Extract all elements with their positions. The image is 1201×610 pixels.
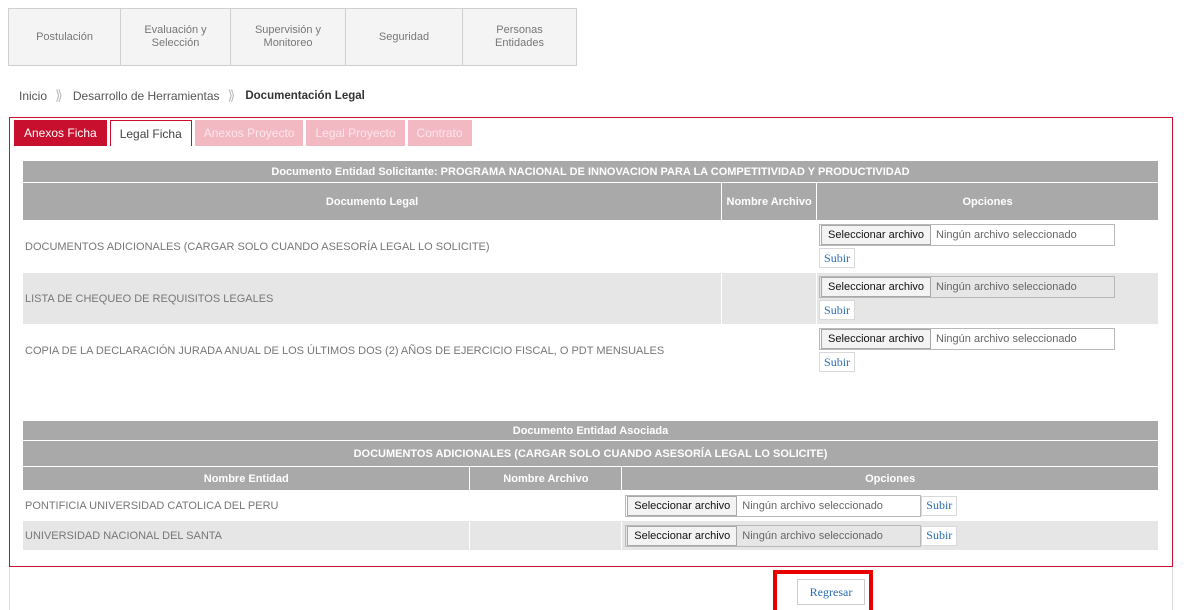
nav-personas-entidades[interactable]: Personas Entidades	[463, 9, 576, 65]
table-row: COPIA DE LA DECLARACIÓN JURADA ANUAL DE …	[21, 324, 1159, 377]
file-status: Ningún archivo seleccionado	[936, 281, 1077, 293]
column-header: Nombre Archivo	[721, 182, 818, 221]
upload-button[interactable]: Subir	[921, 525, 958, 546]
content-panel: Anexos Ficha Legal Ficha Anexos Proyecto…	[9, 117, 1173, 567]
back-button[interactable]: Regresar	[797, 579, 865, 605]
select-file-button[interactable]: Seleccionar archivo	[821, 225, 932, 245]
upload-button[interactable]: Subir	[819, 352, 856, 372]
tab-label: Contrato	[416, 126, 463, 140]
chevron-right-icon: ⟫	[227, 87, 236, 103]
tab-bar: Anexos Ficha Legal Ficha Anexos Proyecto…	[14, 120, 472, 146]
file-status: Ningún archivo seleccionado	[936, 333, 1077, 345]
options-cell: Seleccionar archivo Ningún archivo selec…	[816, 272, 1159, 325]
table-row: UNIVERSIDAD NACIONAL DEL SANTA Seleccion…	[21, 520, 1159, 551]
options-cell: Seleccionar archivo Ningún archivo selec…	[621, 490, 1159, 521]
tab-label: Legal Ficha	[119, 126, 182, 141]
nav-evaluacion[interactable]: Evaluación y Selección	[121, 9, 231, 65]
nav-postulacion[interactable]: Postulación	[9, 9, 121, 65]
file-name-cell	[721, 220, 818, 273]
tab-label: Anexos Proyecto	[203, 126, 295, 140]
file-status: Ningún archivo seleccionado	[742, 529, 883, 542]
nav-label: Personas Entidades	[495, 24, 544, 49]
tab-legal-proyecto[interactable]: Legal Proyecto	[306, 120, 405, 146]
file-input[interactable]: Seleccionar archivo Ningún archivo selec…	[625, 494, 922, 517]
file-name-cell	[721, 272, 818, 325]
upload-button[interactable]: Subir	[819, 300, 856, 320]
column-header: Nombre Entidad	[21, 466, 471, 491]
breadcrumb-current: Documentación Legal	[245, 89, 365, 102]
nav-label: Seguridad	[378, 30, 430, 43]
tab-anexos-proyecto[interactable]: Anexos Proyecto	[194, 120, 304, 146]
associated-entities-table: Documento Entidad Asociada DOCUMENTOS AD…	[21, 420, 1159, 551]
table-subtitle: DOCUMENTOS ADICIONALES (CARGAR SOLO CUAN…	[22, 440, 1159, 467]
options-cell: Seleccionar archivo Ningún archivo selec…	[816, 324, 1159, 377]
tab-label: Legal Proyecto	[315, 126, 396, 140]
upload-button[interactable]: Subir	[921, 495, 958, 516]
document-name: LISTA DE CHEQUEO DE REQUISITOS LEGALES	[21, 272, 723, 325]
nav-label: Supervisión y Monitoreo	[254, 24, 322, 49]
table-row: DOCUMENTOS ADICIONALES (CARGAR SOLO CUAN…	[21, 220, 1159, 273]
file-name-cell	[721, 324, 818, 377]
select-file-button[interactable]: Seleccionar archivo	[821, 277, 932, 297]
table-title: Documento Entidad Asociada	[22, 420, 1159, 441]
file-input[interactable]: Seleccionar archivo Ningún archivo selec…	[819, 224, 1116, 246]
select-file-button[interactable]: Seleccionar archivo	[627, 495, 738, 516]
tab-legal-ficha[interactable]: Legal Ficha	[109, 120, 192, 146]
select-file-button[interactable]: Seleccionar archivo	[627, 525, 738, 546]
file-status: Ningún archivo seleccionado	[742, 499, 883, 512]
options-cell: Seleccionar archivo Ningún archivo selec…	[816, 220, 1159, 273]
chevron-right-icon: ⟫	[55, 87, 63, 103]
table-row: PONTIFICIA UNIVERSIDAD CATOLICA DEL PERU…	[21, 490, 1159, 521]
column-header: Nombre Archivo	[469, 466, 623, 491]
upload-button[interactable]: Subir	[819, 248, 856, 268]
file-input[interactable]: Seleccionar archivo Ningún archivo selec…	[819, 328, 1116, 350]
breadcrumb-home[interactable]: Inicio	[19, 89, 47, 103]
entity-name: PONTIFICIA UNIVERSIDAD CATOLICA DEL PERU	[21, 490, 471, 521]
nav-seguridad[interactable]: Seguridad	[346, 9, 463, 65]
table-row: LISTA DE CHEQUEO DE REQUISITOS LEGALES S…	[21, 272, 1159, 325]
select-file-button[interactable]: Seleccionar archivo	[821, 329, 932, 349]
tab-contrato[interactable]: Contrato	[407, 120, 472, 146]
nav-supervision[interactable]: Supervisión y Monitoreo	[231, 9, 346, 65]
nav-label: Postulación	[36, 30, 93, 43]
breadcrumb: Inicio ⟫ Desarrollo de Herramientas ⟫ Do…	[19, 87, 365, 104]
column-header: Documento Legal	[21, 182, 723, 221]
file-input[interactable]: Seleccionar archivo Ningún archivo selec…	[625, 524, 922, 547]
top-nav: Postulación Evaluación y Selección Super…	[8, 8, 577, 66]
options-cell: Seleccionar archivo Ningún archivo selec…	[621, 520, 1159, 551]
document-name: COPIA DE LA DECLARACIÓN JURADA ANUAL DE …	[21, 324, 723, 377]
file-status: Ningún archivo seleccionado	[936, 229, 1077, 241]
tab-label: Anexos Ficha	[24, 126, 97, 140]
document-name: DOCUMENTOS ADICIONALES (CARGAR SOLO CUAN…	[21, 220, 723, 273]
file-name-cell	[469, 520, 623, 551]
entity-name: UNIVERSIDAD NACIONAL DEL SANTA	[21, 520, 471, 551]
tab-anexos-ficha[interactable]: Anexos Ficha	[14, 120, 107, 146]
footer-area	[9, 567, 1173, 610]
nav-label: Evaluación y Selección	[144, 24, 207, 49]
column-header: Opciones	[816, 182, 1159, 221]
file-input[interactable]: Seleccionar archivo Ningún archivo selec…	[819, 276, 1116, 298]
column-header: Opciones	[621, 466, 1159, 491]
legal-documents-table: Documento Entidad Solicitante: PROGRAMA …	[21, 160, 1159, 377]
file-name-cell	[469, 490, 623, 521]
table-title: Documento Entidad Solicitante: PROGRAMA …	[22, 160, 1159, 183]
breadcrumb-section[interactable]: Desarrollo de Herramientas	[73, 89, 220, 103]
